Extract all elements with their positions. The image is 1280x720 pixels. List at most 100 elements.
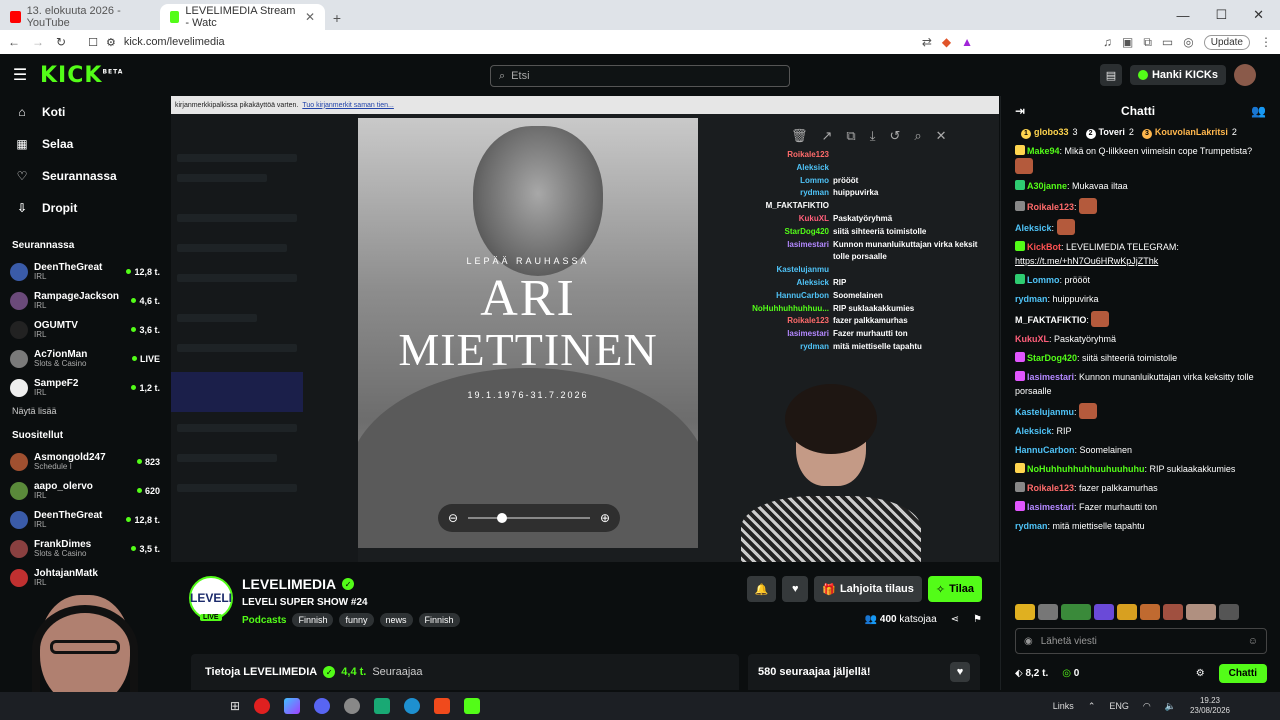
photos-icon[interactable] [284, 698, 301, 714]
emote[interactable] [1061, 604, 1091, 620]
browser-tab-kick[interactable]: LEVELIMEDIA Stream - Watc ✕ [160, 4, 325, 30]
sidebar-channel[interactable]: OGUMTV IRL 3,6 t. [0, 315, 170, 344]
task-view-icon[interactable]: ⊞ [230, 699, 240, 713]
sidebar-channel[interactable]: Ac7ionMan Slots & Casino LIVE [0, 344, 170, 373]
user-avatar[interactable] [1234, 64, 1256, 86]
image-zoom-control[interactable]: ⊖ ⊕ [438, 504, 620, 532]
chat-username[interactable]: M_FAKTAFIKTIO [1015, 315, 1086, 325]
close-window-button[interactable]: ✕ [1253, 7, 1264, 23]
chat-username[interactable]: NoHuhhuhhuhhuuhuuhuhu [1027, 464, 1144, 474]
search-input[interactable]: ⌕ Etsi [490, 65, 790, 87]
brave-shield-icon[interactable]: ◆ [942, 35, 951, 49]
chat-username[interactable]: rydman [1015, 294, 1048, 304]
zoom-out-icon[interactable]: ⊖ [448, 511, 458, 525]
show-more-link[interactable]: Näytä lisää [0, 402, 170, 420]
address-field[interactable]: ☐ ⚙ kick.com/levelimedia [88, 36, 728, 49]
share-icon[interactable]: ⋖ [951, 614, 959, 625]
emote[interactable] [1117, 604, 1137, 620]
sidebar-channel[interactable]: DeenTheGreat IRL 12,8 t. [0, 505, 170, 534]
wifi-icon[interactable]: ◠ [1143, 701, 1151, 712]
new-tab-button[interactable]: + [325, 10, 349, 30]
vpn-icon[interactable]: ◎ [1183, 35, 1193, 49]
category-link[interactable]: Podcasts [242, 615, 286, 626]
emote[interactable] [1038, 604, 1058, 620]
volume-icon[interactable]: 🔈 [1165, 701, 1176, 712]
translate-icon[interactable]: ⇄ [922, 35, 932, 49]
video-player[interactable]: kirjanmerkkipalkissa pikakäyttöä varten.… [171, 96, 999, 562]
chat-username[interactable]: Aleksick [1015, 426, 1052, 436]
nav-drops[interactable]: ⇩ Dropit [0, 192, 170, 224]
chat-input[interactable]: ◉ Lähetä viesti ☺ [1015, 628, 1267, 654]
chat-badge-icon[interactable]: ◉ [1024, 636, 1033, 647]
nav-browse[interactable]: ▦ Selaa [0, 128, 170, 160]
kick-app-icon[interactable] [464, 698, 481, 714]
sidebar-channel[interactable]: SampeF2 IRL 1,2 t. [0, 373, 170, 402]
sidebar-channel[interactable]: aapo_olervo IRL 620 [0, 476, 170, 505]
emote[interactable] [1140, 604, 1160, 620]
chat-username[interactable]: Lommo [1027, 275, 1060, 285]
goal-follow-button[interactable]: ♥ [950, 662, 970, 682]
close-tab-icon[interactable]: ✕ [305, 10, 315, 24]
chat-username[interactable]: KickBot [1027, 242, 1061, 252]
sidebar-icon[interactable]: ▣ [1122, 35, 1133, 49]
chat-username[interactable]: KukuXL [1015, 334, 1049, 344]
discord-icon[interactable] [314, 698, 331, 714]
tag-chip[interactable]: news [379, 613, 413, 627]
chat-username[interactable]: lasimestari [1027, 372, 1074, 382]
chat-username[interactable]: StarDog420 [1027, 353, 1077, 363]
import-bookmarks-link[interactable]: Tuo kirjanmerkit saman tien... [302, 102, 394, 109]
report-icon[interactable]: ⚑ [973, 614, 982, 625]
follow-button[interactable]: ♥ [782, 576, 809, 602]
emote[interactable] [1015, 604, 1035, 620]
sidebar-channel[interactable]: RampageJackson IRL 4,6 t. [0, 286, 170, 315]
zoom-slider-handle[interactable] [497, 513, 508, 523]
menu-hamburger-icon[interactable]: ☰ [0, 65, 40, 85]
tag-chip[interactable]: Finnish [292, 613, 334, 627]
close-viewer-icon[interactable]: ✕ [936, 128, 947, 144]
top-gifter[interactable]: 1 globo33 3 [1021, 127, 1078, 139]
language-indicator[interactable]: ENG [1109, 701, 1129, 711]
chat-username[interactable]: A30janne [1027, 181, 1067, 191]
chat-username[interactable]: Make94 [1027, 146, 1060, 156]
opera-icon[interactable] [254, 698, 271, 714]
chat-username[interactable]: Kastelujanmu [1015, 407, 1074, 417]
emoji-icon[interactable]: ☺ [1248, 636, 1258, 647]
maximize-button[interactable]: ☐ [1215, 7, 1227, 23]
forward-icon[interactable]: → [32, 35, 44, 49]
browser-tab-youtube[interactable]: 13. elokuuta 2026 - YouTube [0, 4, 160, 30]
channel-name[interactable]: LEVELIMEDIA ✓ [242, 576, 355, 592]
chat-username[interactable]: Roikale123 [1027, 202, 1074, 212]
nav-home[interactable]: ⌂ Koti [0, 96, 170, 128]
wallet-icon[interactable]: ▭ [1162, 35, 1173, 49]
clock[interactable]: 19.23 23/08/2026 [1190, 696, 1230, 716]
reload-icon[interactable]: ↻ [56, 35, 66, 49]
chat-username[interactable]: rydman [1015, 521, 1048, 531]
zoom-in-icon[interactable]: ⊕ [600, 511, 610, 525]
emote[interactable] [1186, 604, 1216, 620]
edge-icon[interactable] [404, 698, 421, 714]
collapse-chat-icon[interactable]: ⇥ [1015, 104, 1025, 118]
notifications-button[interactable]: 🔔 [746, 576, 777, 602]
share-icon[interactable]: ↗ [822, 128, 833, 144]
emote[interactable] [1163, 604, 1183, 620]
bookmark-icon[interactable]: ☐ [88, 36, 98, 49]
top-gifter[interactable]: 3 KouvolanLakritsi 2 [1141, 127, 1237, 139]
chat-username[interactable]: Roikale123 [1027, 483, 1074, 493]
sidebar-channel[interactable]: Asmongold247 Schedule I 823 [0, 447, 170, 476]
sidebar-channel[interactable]: DeenTheGreat IRL 12,8 t. [0, 257, 170, 286]
chat-username[interactable]: Aleksick [1015, 223, 1052, 233]
channel-points[interactable]: ◎ 0 [1062, 668, 1079, 679]
chat-settings-icon[interactable]: ⚙ [1196, 668, 1205, 679]
minimize-button[interactable]: — [1176, 8, 1189, 23]
delete-icon[interactable]: 🗑 [791, 128, 808, 144]
back-icon[interactable]: ← [8, 35, 20, 49]
top-gifter[interactable]: 2 Toveri 2 [1085, 127, 1134, 139]
dashboard-icon[interactable]: ▤ [1099, 64, 1122, 86]
site-info-icon[interactable]: ⚙ [106, 36, 116, 49]
chat-link[interactable]: https://t.me/+hN7Ou6HRwKpJjZThk [1015, 256, 1158, 266]
chat-users-icon[interactable]: 👥 [1251, 104, 1266, 118]
extensions-icon[interactable]: ⧉ [1143, 35, 1152, 50]
copy-icon[interactable]: ⧉ [846, 128, 855, 144]
tray-chevron-icon[interactable]: ⌃ [1088, 701, 1096, 712]
send-chat-button[interactable]: Chatti [1218, 663, 1267, 683]
